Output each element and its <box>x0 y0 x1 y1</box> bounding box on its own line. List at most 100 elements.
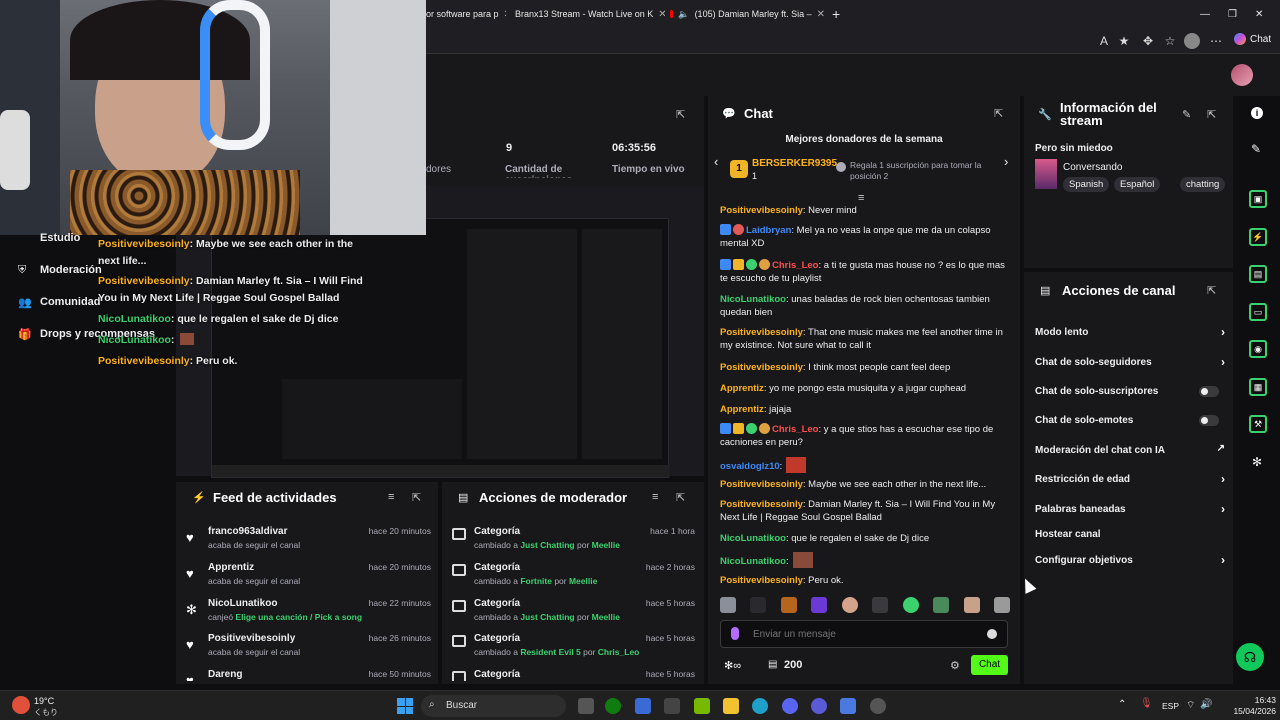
sidebar-item-estudio[interactable]: Estudio <box>40 232 80 244</box>
task-view-icon[interactable] <box>578 698 594 714</box>
chevron-right-icon[interactable]: › <box>1004 154 1008 169</box>
settings-gear-icon[interactable] <box>870 698 886 714</box>
emote-icon[interactable] <box>780 597 797 613</box>
tag-pill[interactable]: Español <box>1114 177 1161 192</box>
chat-message-input[interactable] <box>753 625 973 643</box>
info-icon[interactable]: i <box>1251 107 1263 119</box>
close-icon[interactable]: ✕ <box>504 9 506 20</box>
edge-browser-icon[interactable] <box>752 698 768 714</box>
action-banned-words[interactable]: Palabras baneadas › <box>1035 502 1225 516</box>
chevron-left-icon[interactable]: ‹ <box>714 154 718 169</box>
gift-badge-icon <box>759 259 770 270</box>
support-headset-button[interactable]: ☊ <box>1236 643 1264 671</box>
clock-time[interactable]: 16:43 <box>1228 695 1276 705</box>
browser-tab-2[interactable]: Branx13 Stream - Watch Live on K ✕ <box>510 4 665 24</box>
speaker-icon[interactable]: 🔊 <box>1200 699 1212 710</box>
extensions-icon[interactable]: ✥ <box>1140 33 1156 49</box>
chevron-up-icon[interactable]: ⌃ <box>1118 699 1126 710</box>
lightning-icon[interactable]: ⚡ <box>1249 228 1267 246</box>
action-followers-only[interactable]: Chat de solo-seguidores › <box>1035 355 1225 369</box>
maximize-icon[interactable]: ❐ <box>1228 9 1237 20</box>
chat-input-box[interactable] <box>720 620 1008 648</box>
chat-message: Positivevibesoinly: Damian Marley ft. Si… <box>720 499 996 523</box>
action-age-restriction[interactable]: Restricción de edad › <box>1035 472 1225 486</box>
close-window-icon[interactable]: ✕ <box>1255 9 1263 20</box>
microphone-icon[interactable]: 🎙 <box>1140 698 1153 709</box>
close-icon[interactable]: ✕ <box>658 9 665 20</box>
sidebar-item-comunidad[interactable]: Comunidad <box>40 296 101 308</box>
favorites-icon[interactable]: ☆ <box>1162 33 1178 49</box>
action-configure-goals[interactable]: Configurar objetivos › <box>1035 553 1225 567</box>
popout-icon[interactable]: ⇱ <box>676 491 685 504</box>
tag-pill[interactable]: chatting <box>1180 177 1226 192</box>
minimize-icon[interactable]: — <box>1200 9 1210 20</box>
popout-icon[interactable]: ⇱ <box>676 108 685 121</box>
windows-start-icon[interactable] <box>397 698 413 714</box>
settings-gear-icon[interactable]: ⚙ <box>950 659 960 672</box>
chat-panel-icon[interactable]: ▭ <box>1249 303 1267 321</box>
emote-icon[interactable] <box>933 597 950 613</box>
top-donor-name[interactable]: BERSERKER9395 <box>752 158 837 169</box>
emote-icon[interactable] <box>902 597 919 613</box>
new-tab-button[interactable]: + <box>832 4 840 24</box>
xbox-icon[interactable] <box>605 698 621 714</box>
browser-tab-1[interactable]: or software para p ✕ <box>426 4 506 24</box>
emote-icon[interactable] <box>720 597 736 613</box>
infinity-points-icon[interactable]: ✻∞ <box>724 659 741 672</box>
close-icon[interactable]: ✕ <box>817 9 825 20</box>
pencil-icon[interactable]: ✎ <box>1251 142 1261 156</box>
pencil-icon[interactable]: ✎ <box>1182 108 1191 121</box>
popout-icon[interactable]: ⇱ <box>1207 284 1216 297</box>
overlay-chat-line-2: Positivevibesoinly: Damian Marley ft. Si… <box>98 275 363 304</box>
app-icon[interactable] <box>664 698 680 714</box>
wrench-icon[interactable]: ⚒ <box>1249 415 1267 433</box>
weather-icon[interactable] <box>12 696 30 714</box>
action-ai-moderation[interactable]: Moderación del chat con IA ↗ <box>1035 443 1225 456</box>
subs-only-toggle[interactable] <box>1199 386 1219 397</box>
filter-icon[interactable]: ≡ <box>858 192 864 204</box>
emotes-only-toggle[interactable] <box>1199 415 1219 426</box>
emote-icon[interactable] <box>811 597 828 613</box>
filter-icon[interactable]: ≡ <box>652 491 658 503</box>
wifi-icon[interactable]: ⌔ <box>1186 699 1195 712</box>
read-aloud-icon[interactable]: A <box>1096 33 1112 49</box>
speaker-icon[interactable]: 🔈 <box>678 9 689 20</box>
emote-icon[interactable] <box>750 597 767 613</box>
points-icon[interactable]: ✻ <box>1252 455 1262 469</box>
popout-icon[interactable]: ⇱ <box>1207 108 1216 121</box>
popout-icon[interactable]: ⇱ <box>994 107 1003 120</box>
profile-avatar-icon[interactable] <box>1184 33 1200 49</box>
action-host-channel[interactable]: Hostear canal <box>1035 529 1225 540</box>
more-menu-icon[interactable]: ⋯ <box>1208 33 1224 49</box>
sidebar-item-moderacion[interactable]: Moderación <box>40 264 102 276</box>
emote-picker-icon[interactable] <box>987 629 997 639</box>
emote-icon[interactable] <box>963 597 980 613</box>
copilot-chat-button[interactable]: Chat <box>1234 33 1271 45</box>
popout-icon[interactable]: ⇱ <box>412 491 421 504</box>
emote-icon[interactable] <box>872 597 889 613</box>
filter-icon[interactable]: ≡ <box>388 491 394 503</box>
store-icon[interactable]: ▤ <box>768 659 777 670</box>
emote-icon[interactable] <box>993 597 1010 613</box>
discord-icon[interactable] <box>782 698 798 714</box>
language-indicator[interactable]: ESP <box>1162 701 1179 711</box>
tag-pill[interactable]: Spanish <box>1063 177 1110 192</box>
browser-tab-3[interactable]: 🔈 (105) Damian Marley ft. Sia – ✕ <box>670 4 825 24</box>
clock-date[interactable]: 15/04/2026 <box>1226 706 1276 716</box>
send-chat-button[interactable]: Chat <box>971 655 1008 675</box>
file-explorer-icon[interactable] <box>723 698 739 714</box>
favorite-star-icon[interactable]: ★ <box>1116 33 1132 49</box>
camera-panel-icon[interactable]: ▣ <box>1249 190 1267 208</box>
microphone-icon[interactable] <box>731 627 739 640</box>
emote-icon[interactable] <box>841 597 858 613</box>
store-app-icon[interactable] <box>635 698 651 714</box>
action-slow-mode[interactable]: Modo lento › <box>1035 325 1225 339</box>
nvidia-icon[interactable] <box>694 698 710 714</box>
layout-icon[interactable]: ▦ <box>1249 378 1267 396</box>
user-avatar[interactable] <box>1231 64 1253 86</box>
taskbar-search[interactable]: ⌕ Buscar <box>421 695 566 717</box>
app-icon[interactable] <box>811 698 827 714</box>
document-icon[interactable]: ▤ <box>1249 265 1267 283</box>
app-icon[interactable] <box>840 698 856 714</box>
broadcast-icon[interactable]: ◉ <box>1249 340 1267 358</box>
